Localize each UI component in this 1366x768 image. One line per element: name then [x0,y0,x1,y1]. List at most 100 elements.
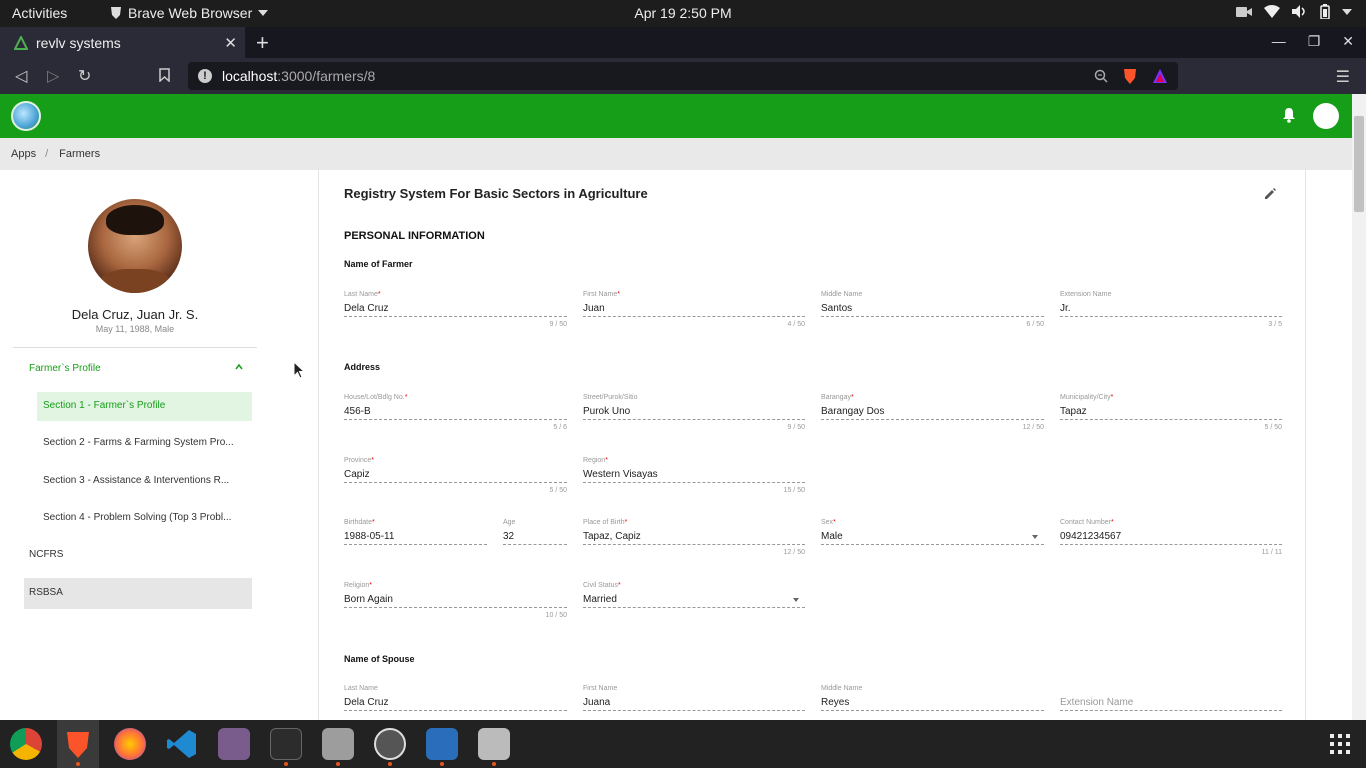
volume-icon [1292,5,1305,18]
close-window-icon[interactable]: ✕ [1342,33,1354,50]
char-counter: 5 / 6 [553,424,567,431]
field-value: 1988-05-11 [344,531,395,542]
dock [0,720,1366,768]
page-scrollbar[interactable] [1352,94,1366,720]
running-indicator [388,762,392,766]
barangay-field[interactable]: Barangay* Barangay Dos 12 / 50 [821,394,1044,431]
vscode-icon[interactable] [166,728,198,760]
contact-number-field[interactable]: Contact Number* 09421234567 11 / 11 [1060,519,1282,556]
nav-ncfrs-label: NCFRS [29,549,64,560]
char-counter: 4 / 50 [787,321,805,328]
revlv-favicon-icon [14,35,28,50]
terminal-icon[interactable] [270,728,302,760]
field-label: Civil Status [583,582,619,589]
site-info-icon[interactable]: ! [198,69,212,83]
app-menu[interactable]: Brave Web Browser [110,5,269,21]
system-tray[interactable] [1236,4,1352,19]
nav-section-2[interactable]: Section 2 - Farms & Farming System Pro..… [43,437,248,448]
spouse-middle-name-field[interactable]: Middle Name Reyes [821,685,1044,721]
nav-section-4[interactable]: Section 4 - Problem Solving (Top 3 Probl… [43,512,248,523]
nav-section-1[interactable]: Section 1 - Farmer`s Profile [37,392,252,421]
browser-tab[interactable]: revlv systems ✕ [0,27,245,58]
field-value: Dela Cruz [344,303,389,314]
app-menu-label: Brave Web Browser [128,5,253,21]
brave-shields-icon[interactable] [1122,67,1138,85]
field-value: Western Visayas [583,469,658,480]
files-icon[interactable] [322,728,354,760]
farmer-last-name-field[interactable]: Last Name* Dela Cruz 9 / 50 [344,291,567,328]
chrome-icon[interactable] [10,728,42,760]
nav-section-3[interactable]: Section 3 - Assistance & Interventions R… [43,475,248,486]
region-field[interactable]: Region* Western Visayas 15 / 50 [583,457,805,494]
close-tab-icon[interactable]: ✕ [224,34,237,52]
forward-icon[interactable]: ▷ [47,66,59,86]
field-value: 32 [503,531,515,542]
field-label: Religion [344,582,370,589]
running-indicator [76,762,80,766]
nav-farmers-profile[interactable]: Farmer`s Profile [29,363,244,374]
brave-rewards-icon[interactable] [1152,68,1168,84]
field-label: Birthdate [344,519,373,526]
show-applications-icon[interactable] [1330,734,1350,754]
maximize-icon[interactable]: ❐ [1308,33,1321,50]
field-label: Contact Number [1060,519,1111,526]
video-editor-icon[interactable] [218,728,250,760]
reload-icon[interactable]: ↻ [78,66,91,86]
age-field[interactable]: Age 32 [503,519,567,555]
char-counter: 10 / 50 [545,612,567,619]
place-of-birth-field[interactable]: Place of Birth* Tapaz, Capiz 12 / 50 [583,519,805,556]
nav-section-4-label: Section 4 - Problem Solving (Top 3 Probl… [43,512,232,523]
new-tab-button[interactable]: + [256,30,269,56]
civil-status-select[interactable]: Civil Status* Married [583,582,805,618]
char-counter: 11 / 11 [1261,549,1282,556]
birthdate-field[interactable]: Birthdate* 1988-05-11 [344,519,487,555]
field-label: Extension Name [1060,291,1112,298]
bookmark-icon[interactable] [159,68,170,82]
url-host: localhost [222,68,278,84]
field-label: First Name [583,685,618,692]
sex-select[interactable]: Sex* Male [821,519,1044,555]
spouse-last-name-field[interactable]: Last Name Dela Cruz [344,685,567,721]
field-value: Purok Uno [583,406,631,417]
spouse-first-name-field[interactable]: First Name Juana [583,685,805,721]
brave-icon[interactable] [62,728,94,760]
writer-icon[interactable] [426,728,458,760]
image-viewer-icon[interactable] [478,728,510,760]
activities-button[interactable]: Activities [12,5,67,21]
registry-card: Registry System For Basic Sectors in Agr… [318,170,1306,720]
scrollbar-thumb[interactable] [1354,116,1364,212]
farmer-middle-name-field[interactable]: Middle Name Santos 6 / 50 [821,291,1044,328]
field-label: Sex [821,519,834,526]
software-updater-icon[interactable] [374,728,406,760]
nav-ncfrs[interactable]: NCFRS [29,549,63,560]
zoom-icon[interactable] [1094,69,1108,83]
spouse-extension-name-field[interactable]: Extension Name [1060,685,1282,721]
running-indicator [336,762,340,766]
farmer-extension-name-field[interactable]: Extension Name Jr. 3 / 5 [1060,291,1282,328]
nav-rsbsa[interactable]: RSBSA [24,578,252,609]
address-bar[interactable]: ! localhost:3000/farmers/8 [188,62,1178,90]
house-number-field[interactable]: House/Lot/Bdlg No.* 456-B 5 / 6 [344,394,567,431]
app-logo[interactable] [11,101,41,131]
firefox-icon[interactable] [114,728,146,760]
char-counter: 5 / 50 [549,487,567,494]
battery-icon [1320,4,1330,19]
religion-field[interactable]: Religion* Born Again 10 / 50 [344,582,567,619]
nav-farmers-profile-label: Farmer`s Profile [29,363,101,374]
user-avatar[interactable] [1313,103,1339,129]
clock[interactable]: Apr 19 2:50 PM [634,5,731,21]
minimize-icon[interactable]: — [1272,33,1286,50]
municipality-field[interactable]: Municipality/City* Tapaz 5 / 50 [1060,394,1282,431]
province-field[interactable]: Province* Capiz 5 / 50 [344,457,567,494]
bell-icon[interactable] [1282,107,1296,123]
edit-pencil-icon[interactable] [1263,187,1277,201]
section-personal-information: PERSONAL INFORMATION [344,230,485,242]
back-icon[interactable]: ◁ [15,66,27,86]
street-field[interactable]: Street/Purok/Sitio Purok Uno 9 / 50 [583,394,805,431]
breadcrumb-farmers[interactable]: Farmers [59,148,100,160]
farmer-first-name-field[interactable]: First Name* Juan 4 / 50 [583,291,805,328]
breadcrumb-apps[interactable]: Apps [11,148,36,160]
field-value: 456-B [344,406,371,417]
browser-menu-icon[interactable]: ☰ [1336,67,1350,87]
field-value: Juana [583,697,611,708]
